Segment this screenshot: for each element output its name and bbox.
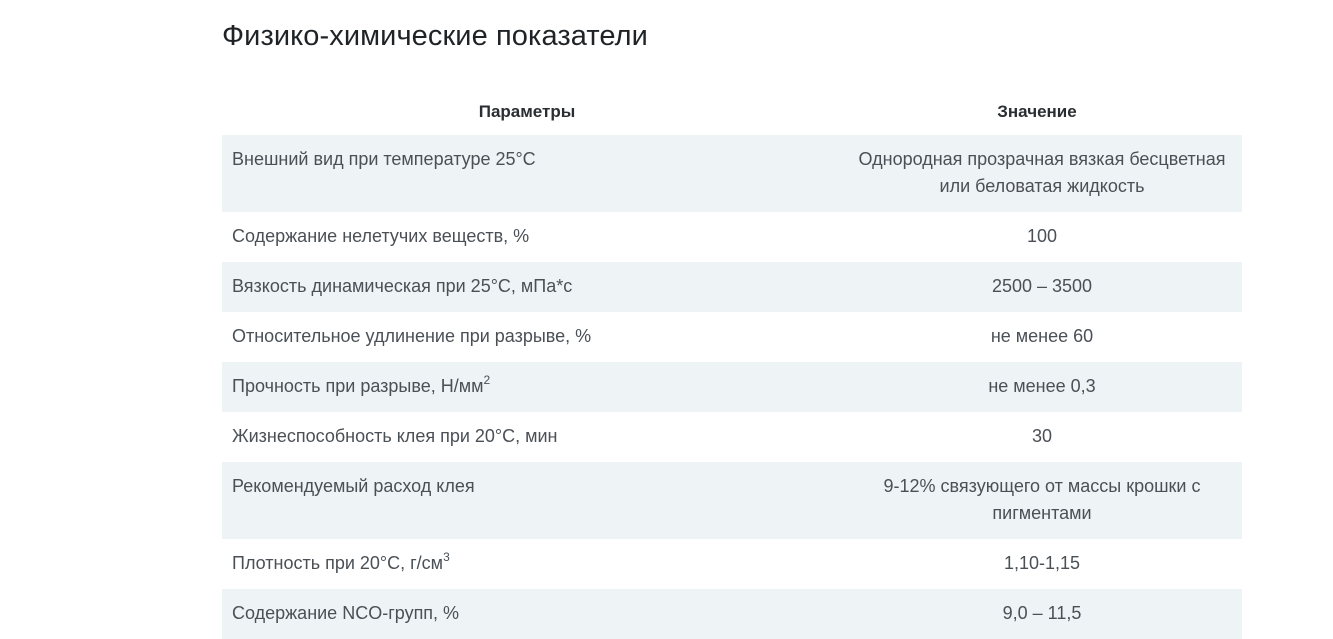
table-row: Содержание нелетучих веществ, % 100 [222,212,1242,262]
value-cell: 100 [832,212,1242,262]
param-label: Содержание NCO-групп, % [232,603,460,623]
value-cell: 9-12% связующего от массы крошки с пигме… [832,462,1242,539]
table-header-row: Параметры Значение [222,88,1242,135]
param-cell: Относительное удлинение при разрыве, % [222,312,832,362]
table-header: Параметры Значение [222,88,1242,135]
table-row: Относительное удлинение при разрыве, % н… [222,312,1242,362]
param-cell: Прочность при разрыве, Н/мм2 [222,362,832,412]
table-row: Вязкость динамическая при 25°С, мПа*с 25… [222,262,1242,312]
param-cell: Плотность при 20°С, г/см3 [222,539,832,589]
superscript-unit: 3 [443,550,450,564]
param-cell: Внешний вид при температуре 25°С [222,135,832,212]
column-header-value: Значение [997,101,1077,121]
table-row: Содержание NCO-групп, % 9,0 – 11,5 [222,589,1242,639]
param-label: Рекомендуемый расход клея [232,476,475,496]
param-label: Прочность при разрыве, Н/мм [232,376,484,396]
column-header-parameters: Параметры [478,101,576,121]
param-cell: Вязкость динамическая при 25°С, мПа*с [222,262,832,312]
value-cell: не менее 0,3 [832,362,1242,412]
param-label: Внешний вид при температуре 25°С [232,149,536,169]
table-row: Рекомендуемый расход клея 9-12% связующе… [222,462,1242,539]
table-row: Внешний вид при температуре 25°С Однород… [222,135,1242,212]
value-cell: 30 [832,412,1242,462]
param-label: Содержание нелетучих веществ, % [232,226,530,246]
param-label: Вязкость динамическая при 25°С, мПа*с [232,276,573,296]
param-label: Плотность при 20°С, г/см [232,553,444,573]
value-cell: 1,10-1,15 [832,539,1242,589]
param-cell: Содержание NCO-групп, % [222,589,832,639]
param-cell: Жизнеспособность клея при 20°С, мин [222,412,832,462]
param-label: Жизнеспособность клея при 20°С, мин [232,426,558,446]
table-row: Прочность при разрыве, Н/мм2 не менее 0,… [222,362,1242,412]
table-row: Плотность при 20°С, г/см3 1,10-1,15 [222,539,1242,589]
param-label: Относительное удлинение при разрыве, % [232,326,592,346]
value-cell: 9,0 – 11,5 [832,589,1242,639]
table-body: Внешний вид при температуре 25°С Однород… [222,135,1242,639]
value-cell: Однородная прозрачная вязкая бесцветная … [832,135,1242,212]
value-cell: не менее 60 [832,312,1242,362]
table-row: Жизнеспособность клея при 20°С, мин 30 [222,412,1242,462]
parameters-table: Параметры Значение Внешний вид при темпе… [222,88,1242,639]
value-cell: 2500 – 3500 [832,262,1242,312]
page-title: Физико-химические показатели [222,20,648,52]
param-cell: Рекомендуемый расход клея [222,462,832,539]
superscript-unit: 2 [483,373,491,387]
param-cell: Содержание нелетучих веществ, % [222,212,832,262]
